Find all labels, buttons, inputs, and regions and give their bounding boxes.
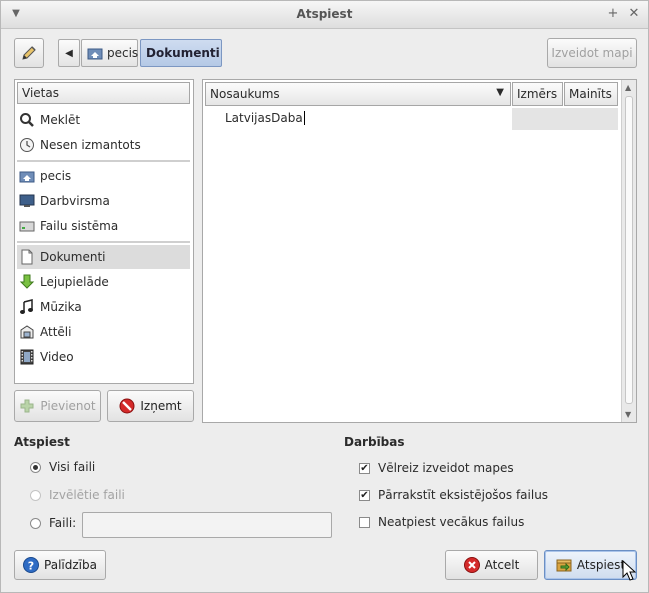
place-downloads[interactable]: Lejupielāde (17, 270, 190, 294)
radio-selected-files[interactable] (30, 489, 41, 501)
music-icon (19, 299, 35, 315)
place-music[interactable]: Mūzika (17, 295, 190, 319)
checkbox-recreate-folders[interactable]: ✔ (359, 462, 370, 474)
file-list-scrollbar[interactable]: ▲ ▼ (621, 80, 636, 422)
svg-text:?: ? (28, 560, 34, 573)
column-modified-header[interactable]: Mainīts (564, 82, 618, 106)
file-row-meta (512, 108, 618, 130)
help-button[interactable]: ? Palīdzība (14, 550, 106, 580)
files-pattern-input[interactable] (82, 512, 332, 538)
window-title: Atspiest (296, 7, 353, 21)
checkbox-overwrite-files[interactable]: ✔ (359, 489, 370, 501)
path-segment-label: pecis (107, 46, 139, 60)
close-icon[interactable]: ✕ (626, 6, 642, 22)
download-icon (19, 274, 35, 290)
option-files-pattern[interactable]: Faili: (30, 516, 76, 530)
option-recreate-folders[interactable]: ✔ Vēlreiz izveidot mapes (359, 461, 514, 475)
add-place-button[interactable]: Pievienot (14, 390, 101, 422)
help-icon: ? (23, 557, 40, 573)
mouse-cursor-icon (622, 560, 637, 581)
path-back-button[interactable]: ◀ (58, 39, 80, 67)
option-selected-files[interactable]: Izvēlētie faili (30, 488, 125, 502)
cancel-button[interactable]: Atcelt (445, 550, 538, 580)
remove-place-button[interactable]: Izņemt (107, 390, 194, 422)
places-header[interactable]: Vietas (17, 82, 190, 104)
extract-section-title: Atspiest (14, 435, 70, 449)
file-name-edit[interactable]: LatvijasDaba (225, 111, 305, 125)
option-overwrite-files[interactable]: ✔ Pārrakstīt eksistējošos failus (359, 488, 548, 502)
extract-dialog: ▼ Atspiest + ✕ ◀ pecis Dokumenti Izveido… (0, 0, 649, 593)
places-separator (17, 160, 190, 162)
scroll-down-icon[interactable]: ▼ (625, 410, 631, 419)
desktop-icon (19, 193, 35, 209)
cancel-icon (463, 557, 480, 573)
path-segment-home[interactable]: pecis (81, 39, 138, 67)
place-desktop[interactable]: Darbvirsma (17, 189, 190, 213)
filesystem-icon (19, 218, 35, 234)
place-video[interactable]: Video (17, 345, 190, 369)
edit-location-button[interactable] (14, 38, 44, 68)
extract-archive-icon (556, 557, 572, 573)
column-name-header[interactable]: Nosaukums ▼ (205, 82, 511, 106)
document-icon (19, 249, 35, 265)
sort-descending-icon: ▼ (496, 87, 504, 98)
place-home[interactable]: pecis (17, 164, 190, 188)
pictures-icon (19, 324, 35, 340)
pencil-icon (22, 46, 36, 60)
home-folder-icon (19, 168, 35, 184)
create-folder-label: Izveidot mapi (551, 46, 633, 60)
title-bar: ▼ Atspiest + ✕ (1, 1, 648, 29)
place-pictures[interactable]: Attēli (17, 320, 190, 344)
remove-icon (119, 398, 135, 414)
video-icon (19, 349, 35, 365)
recent-icon (19, 137, 35, 153)
places-separator (17, 241, 190, 243)
create-folder-button[interactable]: Izveidot mapi (547, 38, 637, 68)
place-documents[interactable]: Dokumenti (17, 245, 190, 269)
option-all-files[interactable]: Visi faili (30, 460, 95, 474)
scroll-thumb[interactable] (625, 96, 633, 404)
place-recent[interactable]: Nesen izmantots (17, 133, 190, 157)
actions-section-title: Darbības (344, 435, 405, 449)
column-size-header[interactable]: Izmērs (512, 82, 563, 106)
checkbox-skip-older[interactable] (359, 516, 370, 528)
places-panel: Vietas Meklēt Nesen izmantots pecis Darb… (14, 79, 194, 384)
radio-files-pattern[interactable] (30, 517, 41, 529)
plus-icon (19, 398, 35, 414)
maximize-icon[interactable]: + (605, 6, 621, 22)
path-segment-current[interactable]: Dokumenti (140, 39, 222, 67)
table-row[interactable]: LatvijasDaba (223, 108, 511, 130)
chevron-left-icon: ◀ (65, 47, 73, 59)
place-filesystem[interactable]: Failu sistēma (17, 214, 190, 238)
option-skip-older[interactable]: Neatpiest vecākus failus (359, 515, 524, 529)
search-icon (19, 112, 35, 128)
scroll-up-icon[interactable]: ▲ (625, 83, 631, 92)
path-segment-label: Dokumenti (146, 46, 220, 60)
radio-all-files[interactable] (30, 461, 41, 473)
home-folder-icon (87, 45, 103, 61)
place-search[interactable]: Meklēt (17, 108, 190, 132)
file-list-panel: Nosaukums ▼ Izmērs Mainīts LatvijasDaba … (202, 79, 637, 423)
